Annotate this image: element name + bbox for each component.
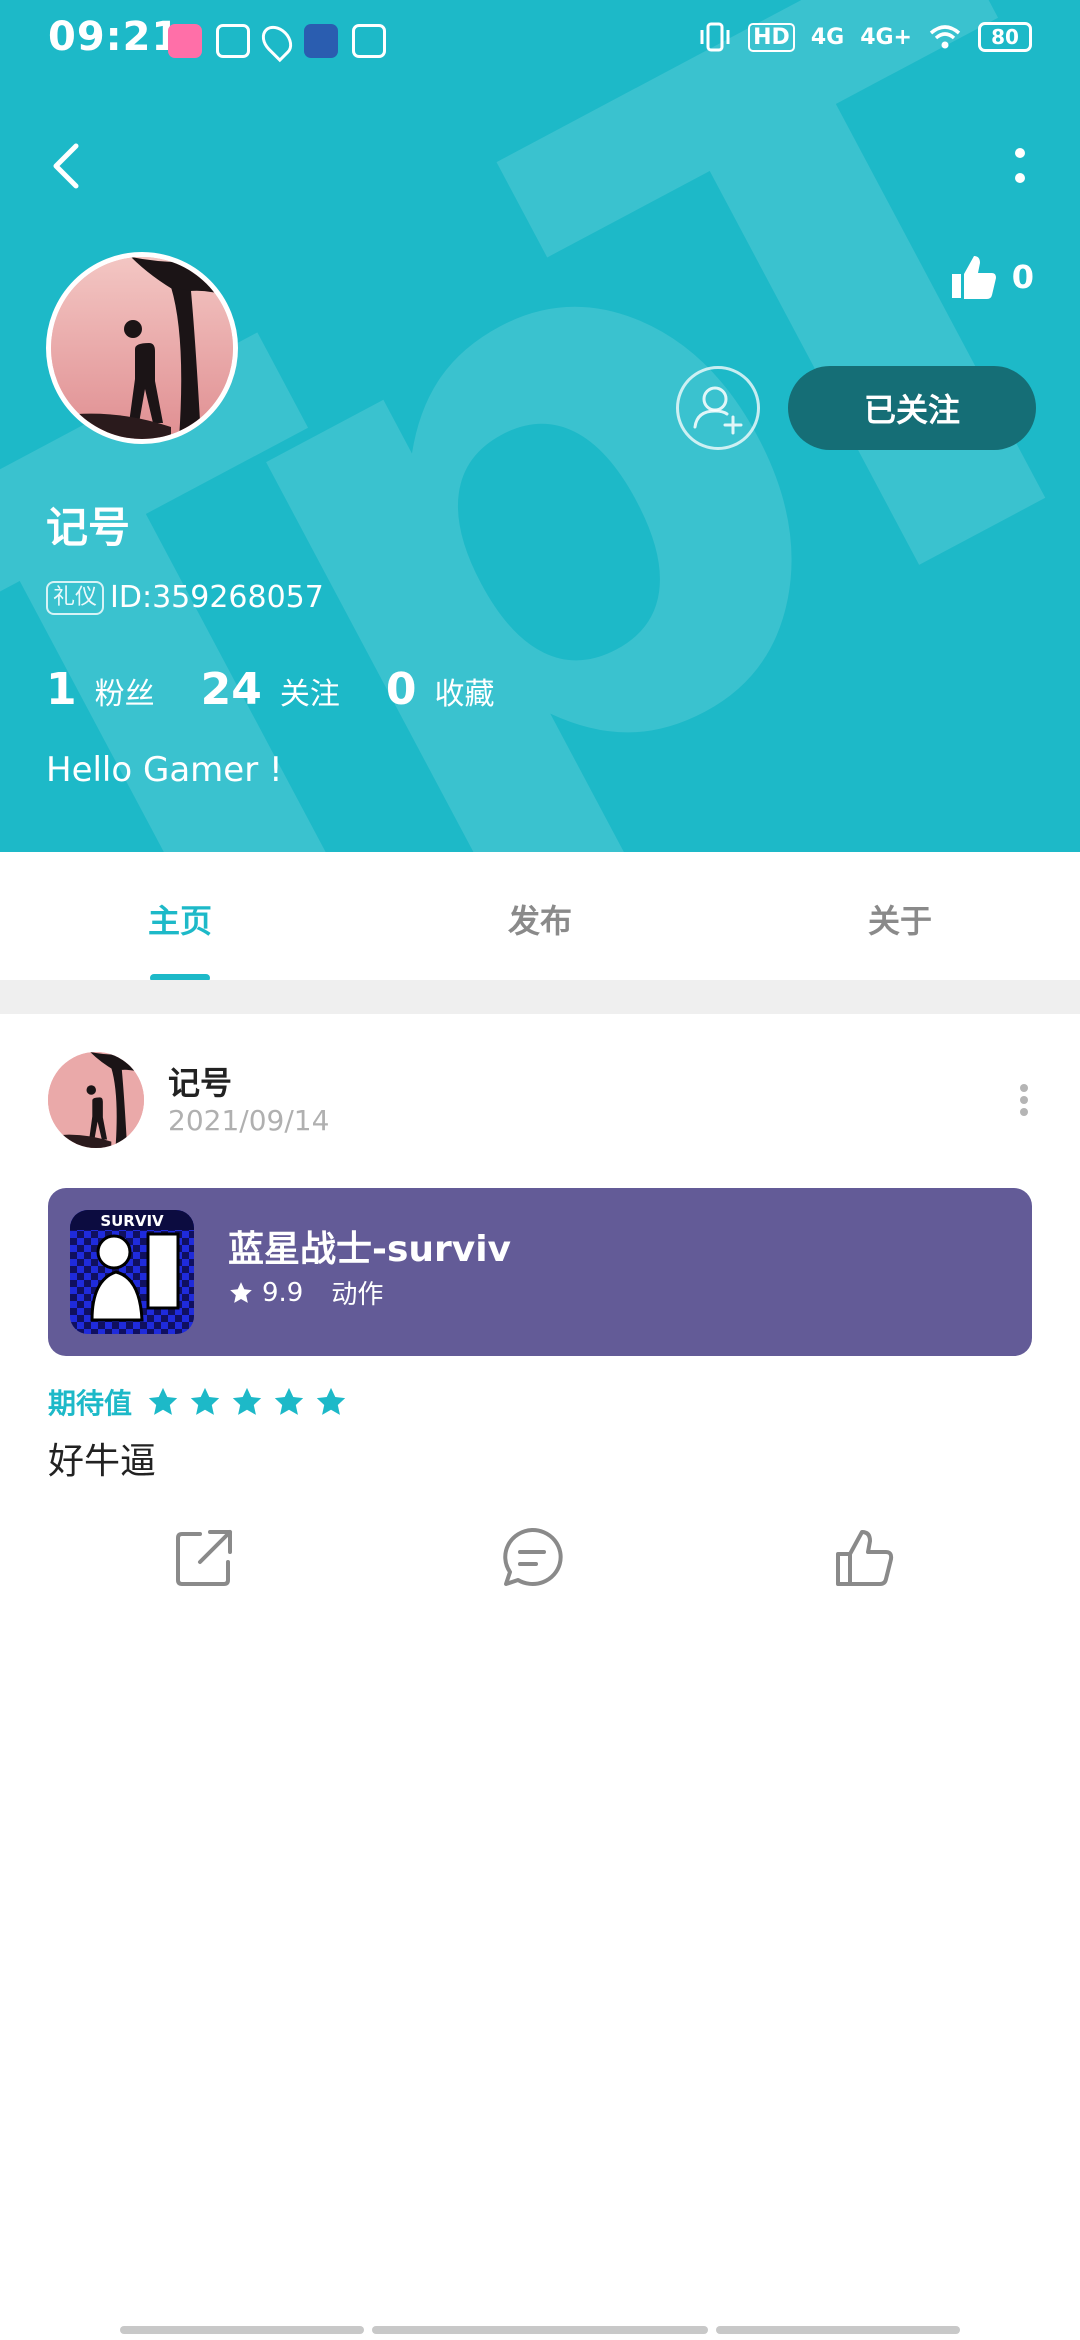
like-button[interactable]	[832, 1524, 900, 1592]
post-date: 2021/09/14	[168, 1104, 330, 1137]
battery-icon: 80	[978, 22, 1032, 52]
game-rating: 9.9	[262, 1277, 304, 1308]
stat-favorites-count: 0	[385, 664, 417, 715]
notification-icons	[168, 19, 386, 63]
post-text: 好牛逼	[48, 1441, 157, 1482]
game-app-icon: SURVIV	[70, 1210, 194, 1334]
video-app-icon	[216, 24, 250, 58]
network-4g: 4G	[810, 24, 845, 50]
thumbs-up-outline-icon	[836, 1530, 894, 1586]
surviv-game-icon: SURVIV	[70, 1210, 194, 1334]
status-bar: 09:21 HD 4G 4G+ 80	[0, 0, 1080, 84]
gesture-bar-segment-left	[120, 2326, 364, 2334]
comment-icon	[503, 1527, 563, 1586]
star-icon	[190, 1387, 220, 1415]
add-user-icon	[693, 386, 743, 435]
profile-username: 记号	[46, 503, 131, 552]
tab-posts[interactable]: 发布	[508, 896, 572, 942]
profile-id-row: 礼仪 ID:359268057	[46, 580, 324, 615]
share-button[interactable]	[170, 1524, 238, 1592]
profile-header: T p T 09:21 HD 4G 4G+ 80 0 已关注 记号 礼仪 ID:…	[0, 0, 1080, 852]
profile-avatar[interactable]	[46, 252, 238, 444]
star-icon	[316, 1387, 346, 1415]
network-4g-plus: 4G+	[860, 24, 912, 50]
stat-favorites[interactable]: 0 收藏	[386, 664, 495, 715]
following-button[interactable]: 已关注	[788, 366, 1036, 450]
notification-app-icon	[168, 24, 202, 58]
more-vertical-icon	[1015, 148, 1025, 183]
game-genre: 动作	[331, 1280, 384, 1310]
gesture-bar-segment-middle	[372, 2326, 708, 2334]
etiquette-badge[interactable]: 礼仪	[46, 580, 105, 615]
post-more-button[interactable]	[1004, 1080, 1044, 1120]
game-card[interactable]: SURVIV 蓝星战士-surviv 9.9 动作	[48, 1188, 1032, 1356]
stat-following-label: 关注	[279, 677, 340, 712]
game-meta: 9.9 动作	[228, 1274, 383, 1311]
profile-like-button[interactable]: 0	[948, 252, 1034, 302]
taobao-app-icon	[352, 24, 386, 58]
star-icon	[148, 1387, 178, 1415]
gesture-bar-segment-right	[716, 2326, 960, 2334]
stat-favorites-label: 收藏	[434, 677, 495, 712]
game-title: 蓝星战士-surviv	[228, 1229, 512, 1270]
hd-badge: HD	[748, 22, 795, 52]
post-author-avatar[interactable]	[48, 1052, 144, 1148]
tab-about[interactable]: 关于	[868, 896, 932, 942]
profile-tabs: 主页 发布 关于	[0, 852, 1080, 982]
star-icon	[230, 1281, 252, 1303]
more-vertical-icon	[1020, 1084, 1028, 1116]
profile-id: ID:359268057	[110, 580, 324, 615]
status-time: 09:21	[48, 14, 181, 60]
stat-fans-label: 粉丝	[94, 677, 155, 712]
silhouette-avatar-image	[51, 257, 233, 439]
profile-bio: Hello Gamer !	[46, 750, 283, 790]
back-button[interactable]	[40, 136, 96, 196]
profile-stats: 1 粉丝 24 关注 0 收藏	[46, 664, 540, 715]
stat-following-count: 24	[200, 664, 262, 715]
tab-home[interactable]: 主页	[148, 896, 212, 942]
game-icon-text: SURVIV	[100, 1212, 164, 1230]
robot-app-icon	[304, 24, 338, 58]
stat-following[interactable]: 24 关注	[201, 664, 340, 715]
add-friend-button[interactable]	[676, 366, 760, 450]
chevron-left-icon	[53, 143, 79, 189]
thumbs-up-icon	[951, 256, 996, 299]
wifi-icon	[929, 25, 961, 49]
expectation-label: 期待值	[48, 1387, 133, 1420]
star-icon	[274, 1387, 304, 1415]
more-options-button[interactable]	[990, 136, 1050, 196]
star-icon	[232, 1387, 262, 1415]
like-count: 0	[1011, 258, 1034, 296]
share-icon	[176, 1530, 232, 1586]
location-icon	[255, 19, 299, 63]
silhouette-avatar-image	[48, 1052, 144, 1148]
status-right: HD 4G 4G+ 80	[698, 22, 1032, 52]
vibrate-icon	[700, 22, 730, 52]
stat-fans[interactable]: 1 粉丝	[46, 664, 155, 715]
expectation-rating: 期待值	[48, 1382, 356, 1422]
comment-button[interactable]	[498, 1524, 566, 1592]
stat-fans-count: 1	[46, 664, 77, 715]
post-author-name[interactable]: 记号	[168, 1058, 232, 1104]
section-divider	[0, 980, 1080, 1014]
